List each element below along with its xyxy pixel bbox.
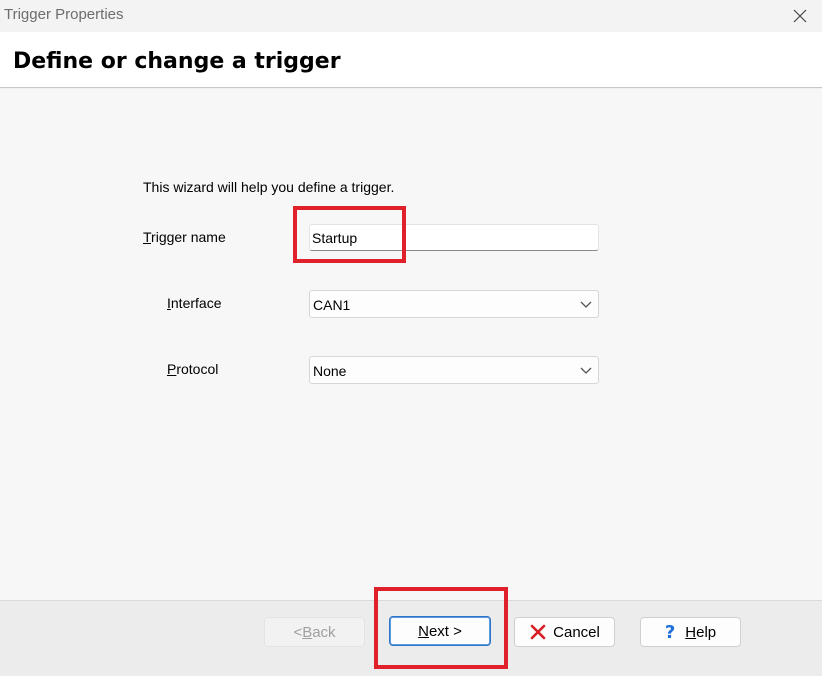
- cancel-button[interactable]: Cancel: [514, 617, 615, 647]
- protocol-select[interactable]: None: [309, 356, 599, 384]
- trigger-name-label: Trigger name: [143, 229, 226, 245]
- window-titlebar: Trigger Properties: [0, 0, 822, 32]
- interface-select[interactable]: CAN1: [309, 290, 599, 318]
- wizard-content: This wizard will help you define a trigg…: [0, 89, 822, 600]
- chevron-down-icon: [580, 367, 592, 374]
- protocol-value: None: [313, 363, 347, 379]
- window-title: Trigger Properties: [4, 6, 124, 23]
- intro-text: This wizard will help you define a trigg…: [143, 179, 395, 195]
- interface-label: Interface: [167, 295, 222, 311]
- highlight-box-trigger-name: [293, 206, 406, 263]
- close-button[interactable]: [778, 0, 822, 32]
- question-mark-icon: ?: [664, 621, 676, 643]
- red-x-icon: [530, 624, 546, 640]
- close-icon: [793, 9, 807, 23]
- protocol-label: Protocol: [167, 361, 219, 377]
- back-button[interactable]: < Back: [264, 617, 365, 647]
- chevron-down-icon: [580, 301, 592, 308]
- help-button[interactable]: ? Help: [640, 617, 741, 647]
- page-title: Define or change a trigger: [13, 49, 341, 74]
- wizard-header: Define or change a trigger: [0, 32, 822, 88]
- interface-value: CAN1: [313, 297, 351, 313]
- highlight-box-next: [374, 587, 508, 669]
